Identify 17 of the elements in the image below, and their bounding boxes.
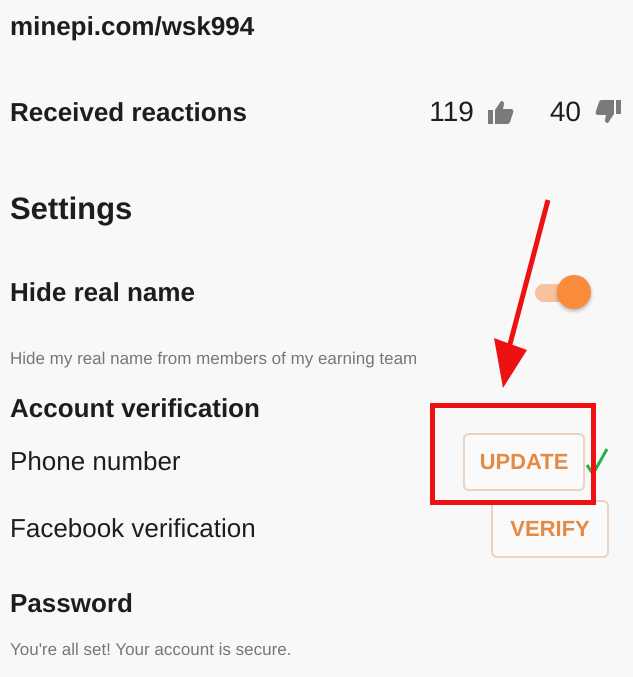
verification-button[interactable]: UPDATE [463, 432, 585, 490]
verification-label: Phone number [10, 446, 181, 477]
verification-heading: Account verification [10, 393, 261, 424]
reactions-label: Received reactions [10, 96, 248, 128]
dislikes-count: 40 [550, 96, 581, 128]
thumbs-down-icon [595, 100, 621, 124]
hide-name-label: Hide real name [10, 276, 195, 308]
password-heading: Password [10, 588, 134, 619]
settings-heading: Settings [10, 191, 132, 227]
hide-name-description: Hide my real name from members of my earning team [10, 349, 418, 369]
thumbs-up-icon [488, 100, 514, 124]
hide-name-toggle[interactable] [535, 275, 591, 309]
likes-count: 119 [429, 96, 474, 128]
verification-button[interactable]: VERIFY [491, 500, 609, 558]
verification-label: Facebook verification [10, 513, 256, 544]
profile-link[interactable]: minepi.com/wsk994 [10, 8, 254, 44]
password-status: You're all set! Your account is secure. [10, 640, 292, 660]
